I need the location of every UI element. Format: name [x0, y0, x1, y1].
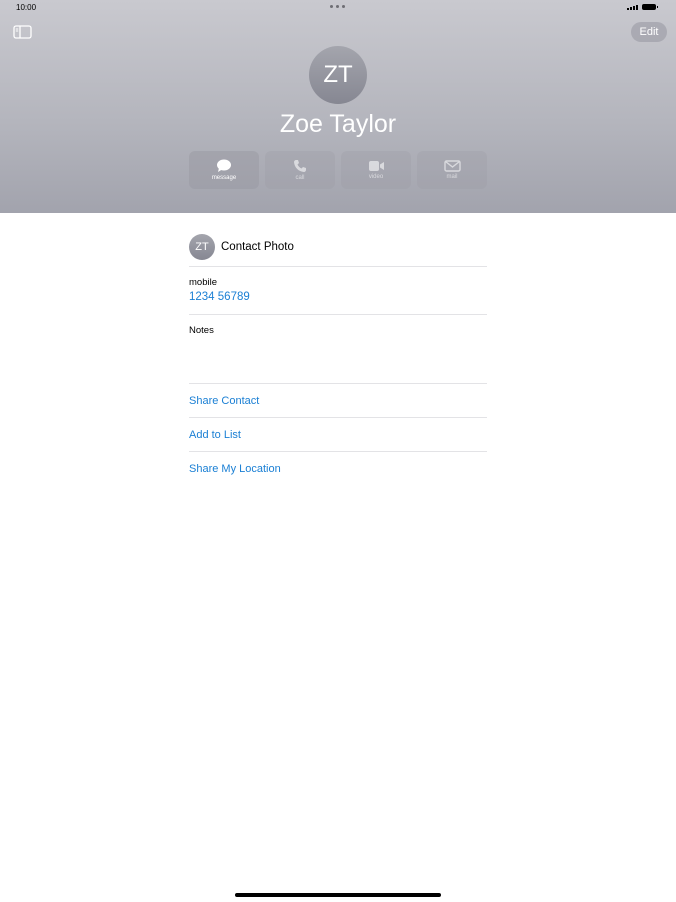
- edit-button[interactable]: Edit: [631, 22, 667, 42]
- cellular-signal-icon: [627, 5, 638, 10]
- message-button[interactable]: message: [189, 151, 259, 189]
- message-icon: [217, 159, 231, 172]
- quick-actions: message call video mail: [189, 151, 487, 189]
- sidebar-toggle-icon[interactable]: [13, 25, 32, 39]
- notes-field[interactable]: Notes: [189, 315, 487, 384]
- share-contact-button[interactable]: Share Contact: [189, 384, 487, 418]
- phone-icon: [294, 160, 306, 172]
- mail-label: mail: [446, 174, 458, 180]
- call-button[interactable]: call: [265, 151, 335, 189]
- call-label: call: [295, 175, 305, 181]
- video-icon: [368, 161, 384, 171]
- battery-icon: [642, 4, 658, 10]
- notes-label: Notes: [189, 325, 214, 336]
- contact-photo-label: Contact Photo: [221, 241, 294, 253]
- avatar: ZT: [189, 234, 215, 260]
- mail-icon: [443, 160, 461, 172]
- add-to-list-button[interactable]: Add to List: [189, 418, 487, 452]
- status-bar: 10:00: [0, 0, 676, 16]
- share-my-location-button[interactable]: Share My Location: [189, 452, 487, 485]
- contact-details: ZT Contact Photo mobile 1234 56789 Notes…: [189, 228, 487, 485]
- contact-header: 10:00 Edit ZT Zoe Taylor message call vi…: [0, 0, 676, 213]
- contact-photo-row[interactable]: ZT Contact Photo: [189, 228, 487, 267]
- multitasking-dots-icon[interactable]: [330, 5, 345, 8]
- home-indicator[interactable]: [235, 893, 441, 897]
- mail-button[interactable]: mail: [417, 151, 487, 189]
- mobile-label: mobile: [189, 277, 217, 288]
- mobile-row[interactable]: mobile 1234 56789: [189, 267, 487, 315]
- video-label: video: [368, 174, 384, 180]
- contact-name: Zoe Taylor: [279, 110, 397, 138]
- contact-avatar: ZT: [309, 46, 367, 104]
- status-time: 10:00: [16, 3, 37, 12]
- message-label: message: [211, 175, 237, 181]
- video-button[interactable]: video: [341, 151, 411, 189]
- mobile-number-link[interactable]: 1234 56789: [189, 291, 250, 303]
